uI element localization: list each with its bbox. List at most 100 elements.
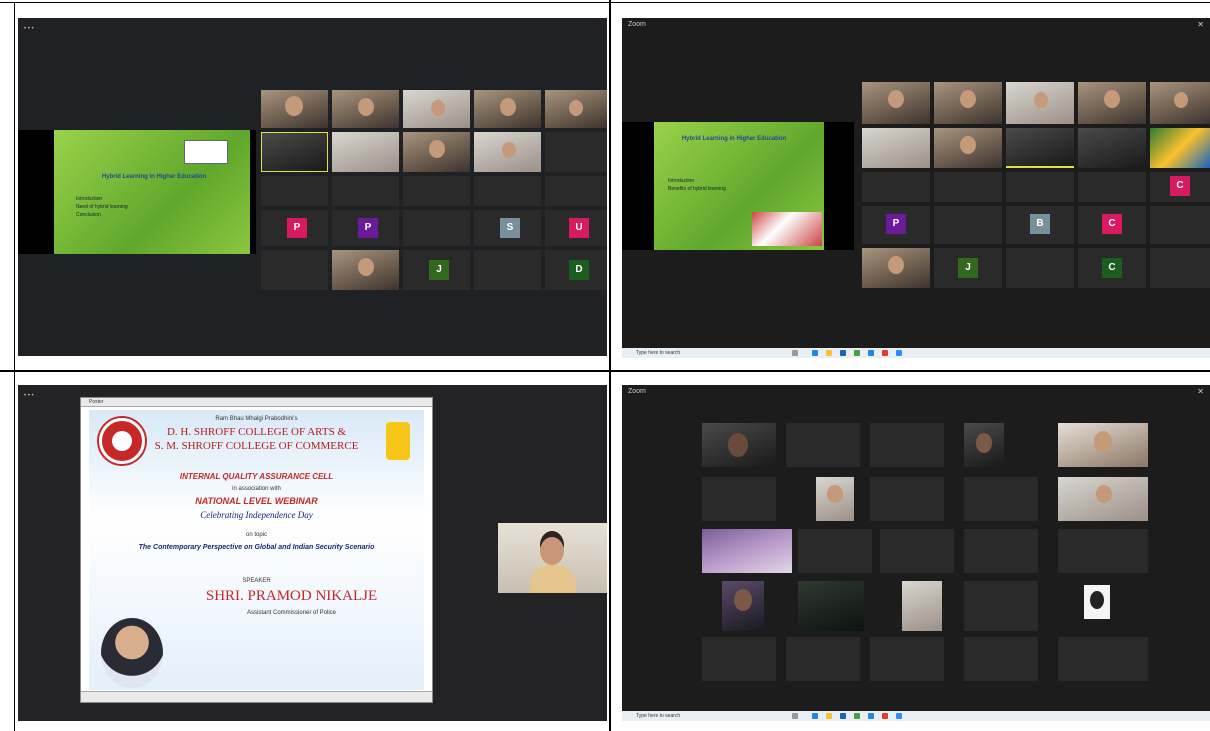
taskbar-app-icon[interactable]: [812, 350, 818, 356]
participant-video-tile[interactable]: [702, 423, 776, 467]
taskbar-app-icon[interactable]: [882, 350, 888, 356]
participant-tile[interactable]: P: [261, 210, 328, 246]
participant-tile[interactable]: D: [545, 250, 607, 290]
participant-tile[interactable]: [1058, 529, 1148, 573]
participant-video-tile[interactable]: [332, 132, 399, 172]
participant-tile[interactable]: [545, 132, 607, 172]
participant-video-tile[interactable]: [862, 82, 930, 124]
participant-tile[interactable]: [261, 176, 328, 206]
participant-video-tile[interactable]: [332, 90, 399, 128]
poster-college-1: D. H. SHROFF COLLEGE OF ARTS &: [166, 426, 347, 438]
participant-tile[interactable]: [934, 206, 1002, 244]
participant-video-tile[interactable]: [1006, 82, 1074, 124]
participant-tile[interactable]: C: [1078, 206, 1146, 244]
taskbar-app-icon[interactable]: [882, 713, 888, 719]
participant-tile[interactable]: U: [545, 210, 607, 246]
participant-tile[interactable]: [1150, 248, 1210, 288]
poster-line: Ram Bhau Mhalgi Prabodhini's: [215, 416, 298, 422]
taskbar-app-icon[interactable]: [826, 713, 832, 719]
participant-video-tile[interactable]: [403, 132, 470, 172]
participant-tile[interactable]: S: [474, 210, 541, 246]
close-icon[interactable]: ✕: [1197, 20, 1204, 29]
participant-video-tile[interactable]: [545, 90, 607, 128]
taskbar-app-icon[interactable]: [854, 713, 860, 719]
participant-tile[interactable]: [964, 529, 1038, 573]
participant-tile[interactable]: [880, 529, 954, 573]
taskbar-app-icon[interactable]: [854, 350, 860, 356]
participant-tile[interactable]: [934, 172, 1002, 202]
participant-tile[interactable]: [702, 477, 776, 521]
participant-tile[interactable]: [870, 477, 944, 521]
participant-video-tile[interactable]: [702, 529, 792, 573]
participant-tile[interactable]: [964, 637, 1038, 681]
participant-tile[interactable]: [261, 250, 328, 290]
close-icon[interactable]: ✕: [1197, 387, 1204, 396]
taskbar-search[interactable]: Type here to search: [636, 713, 680, 719]
participant-tile[interactable]: [862, 172, 930, 202]
participant-video-tile[interactable]: [862, 128, 930, 168]
participant-video-tile[interactable]: [474, 90, 541, 128]
participant-video-tile[interactable]: [1058, 477, 1148, 521]
participant-tile[interactable]: [1006, 172, 1074, 202]
participant-video-tile[interactable]: [474, 132, 541, 172]
participant-video-tile[interactable]: [934, 82, 1002, 124]
participant-tile[interactable]: [870, 423, 944, 467]
taskbar-app-icon[interactable]: [826, 350, 832, 356]
participant-video-tile[interactable]: [332, 250, 399, 290]
participant-tile[interactable]: [798, 529, 872, 573]
participant-video-tile[interactable]: [862, 248, 930, 288]
slide-bullet: Benefits of hybrid learning: [668, 186, 726, 192]
participant-tile[interactable]: [403, 176, 470, 206]
participant-video-tile[interactable]: [403, 90, 470, 128]
taskbar-app-icon[interactable]: [840, 350, 846, 356]
participant-tile[interactable]: C: [1150, 172, 1210, 202]
participant-tile[interactable]: J: [934, 248, 1002, 288]
participant-tile[interactable]: C: [1078, 248, 1146, 288]
taskbar-app-icon[interactable]: [812, 713, 818, 719]
participant-tile[interactable]: [403, 210, 470, 246]
participant-tile[interactable]: [1058, 637, 1148, 681]
participant-video-tile[interactable]: [261, 90, 328, 128]
participant-video-tile[interactable]: [722, 581, 764, 631]
participant-video-tile[interactable]: [1058, 423, 1148, 467]
participant-tile[interactable]: [786, 423, 860, 467]
active-speaker-tile[interactable]: [261, 132, 328, 172]
participant-video-tile[interactable]: [1150, 128, 1210, 168]
participant-video-tile[interactable]: [964, 423, 1004, 467]
taskbar-app-icon[interactable]: [792, 350, 798, 356]
participant-tile[interactable]: [1150, 206, 1210, 244]
participant-tile[interactable]: [964, 581, 1038, 631]
taskbar-search[interactable]: Type here to search: [636, 350, 680, 356]
taskbar-app-icon[interactable]: [896, 713, 902, 719]
participant-video-tile[interactable]: [1078, 128, 1146, 168]
participant-tile[interactable]: [964, 477, 1038, 521]
participant-tile[interactable]: [870, 637, 944, 681]
active-speaker-tile[interactable]: [1006, 128, 1074, 168]
participant-tile[interactable]: [474, 250, 541, 290]
taskbar-app-icon[interactable]: [868, 713, 874, 719]
participant-video-tile[interactable]: [798, 581, 864, 631]
participant-tile[interactable]: [545, 176, 607, 206]
participant-tile[interactable]: [474, 176, 541, 206]
participant-video-tile[interactable]: [816, 477, 854, 521]
taskbar-app-icon[interactable]: [868, 350, 874, 356]
participant-tile[interactable]: [702, 637, 776, 681]
participant-tile[interactable]: [786, 637, 860, 681]
participant-tile[interactable]: B: [1006, 206, 1074, 244]
participant-tile[interactable]: J: [403, 250, 470, 290]
participant-video-tile[interactable]: [1084, 585, 1110, 619]
participant-video-tile[interactable]: [934, 128, 1002, 168]
taskbar-app-icon[interactable]: [840, 713, 846, 719]
participant-tile[interactable]: [1078, 172, 1146, 202]
participant-video-tile[interactable]: [1078, 82, 1146, 124]
participant-tile[interactable]: P: [862, 206, 930, 244]
window-title: Zoom: [628, 21, 646, 28]
participant-tile[interactable]: [1006, 248, 1074, 288]
participant-video-tile[interactable]: [498, 523, 607, 593]
taskbar-app-icon[interactable]: [896, 350, 902, 356]
participant-tile[interactable]: [332, 176, 399, 206]
taskbar-app-icon[interactable]: [792, 713, 798, 719]
participant-tile[interactable]: P: [332, 210, 399, 246]
participant-video-tile[interactable]: [1150, 82, 1210, 124]
participant-video-tile[interactable]: [902, 581, 942, 631]
